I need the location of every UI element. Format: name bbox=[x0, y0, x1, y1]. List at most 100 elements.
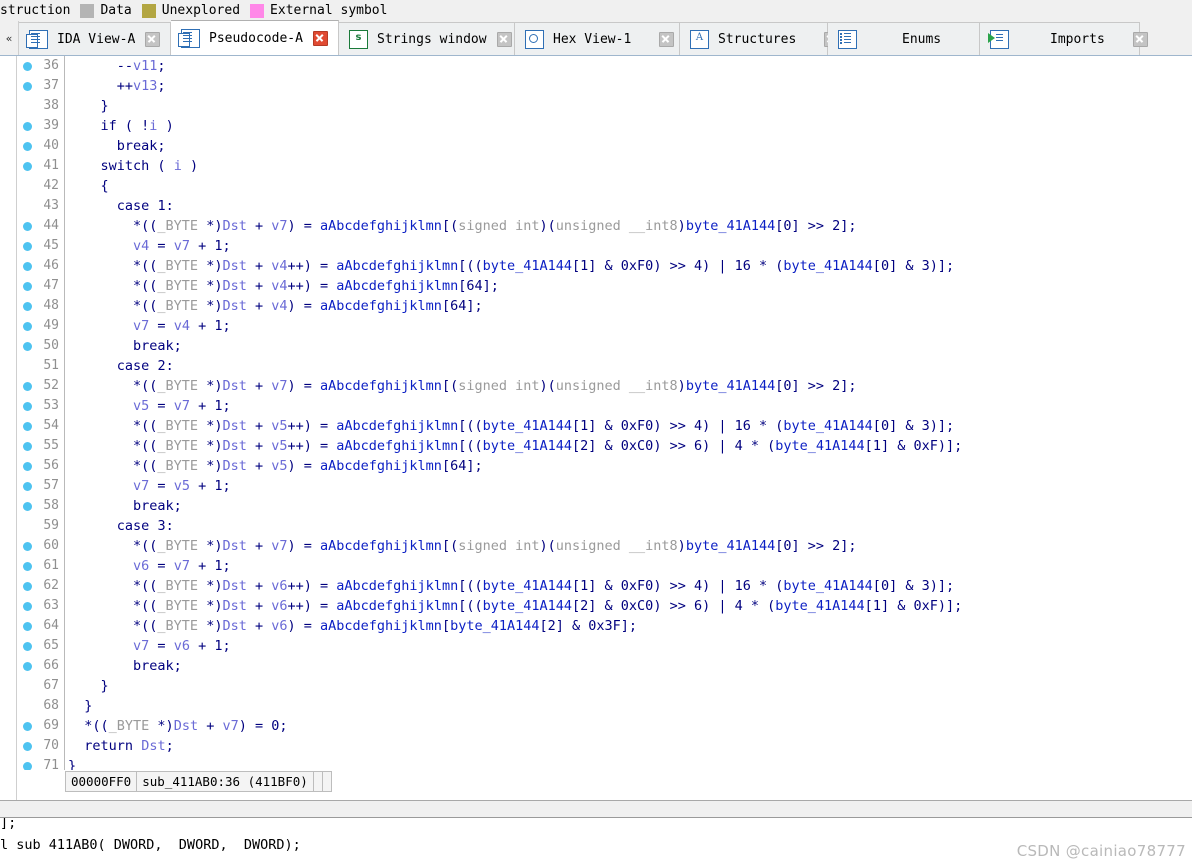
code-text[interactable]: *((_BYTE *)Dst + v6++) = aAbcdefghijklmn… bbox=[66, 596, 962, 616]
code-gutter[interactable]: 38 bbox=[17, 96, 66, 116]
close-icon[interactable] bbox=[145, 31, 161, 47]
code-gutter[interactable]: 65 bbox=[17, 636, 66, 656]
code-text[interactable]: v4 = v7 + 1; bbox=[66, 236, 231, 256]
breakpoint-dot-icon[interactable] bbox=[23, 401, 32, 411]
code-text[interactable]: v7 = v5 + 1; bbox=[66, 476, 231, 496]
tab-scroll-left-button[interactable]: « bbox=[0, 21, 19, 55]
breakpoint-dot-icon[interactable] bbox=[23, 261, 32, 271]
tab-structures[interactable]: A Structures bbox=[680, 22, 840, 55]
code-gutter[interactable]: 68 bbox=[17, 696, 66, 716]
code-gutter[interactable]: 56 bbox=[17, 456, 66, 476]
code-gutter[interactable]: 62 bbox=[17, 576, 66, 596]
code-gutter[interactable]: 64 bbox=[17, 616, 66, 636]
breakpoint-dot-icon[interactable] bbox=[23, 221, 32, 231]
code-line[interactable]: 37 ++v13; bbox=[17, 76, 1192, 96]
code-line[interactable]: 61 v6 = v7 + 1; bbox=[17, 556, 1192, 576]
code-gutter[interactable]: 40 bbox=[17, 136, 66, 156]
code-text[interactable]: *((_BYTE *)Dst + v5++) = aAbcdefghijklmn… bbox=[66, 416, 954, 436]
tab-enums[interactable]: Enums bbox=[828, 22, 1001, 55]
code-line[interactable]: 70 return Dst; bbox=[17, 736, 1192, 756]
code-text[interactable]: *((_BYTE *)Dst + v7) = 0; bbox=[66, 716, 287, 736]
breakpoint-dot-icon[interactable] bbox=[23, 141, 32, 151]
code-gutter[interactable]: 47 bbox=[17, 276, 66, 296]
code-gutter[interactable]: 70 bbox=[17, 736, 66, 756]
code-gutter[interactable]: 57 bbox=[17, 476, 66, 496]
code-gutter[interactable]: 54 bbox=[17, 416, 66, 436]
code-line[interactable]: 46 *((_BYTE *)Dst + v4++) = aAbcdefghijk… bbox=[17, 256, 1192, 276]
code-line[interactable]: 71} bbox=[17, 756, 1192, 770]
code-gutter[interactable]: 46 bbox=[17, 256, 66, 276]
code-text[interactable]: return Dst; bbox=[66, 736, 173, 756]
code-line[interactable]: 58 break; bbox=[17, 496, 1192, 516]
code-line[interactable]: 42 { bbox=[17, 176, 1192, 196]
breakpoint-dot-icon[interactable] bbox=[23, 561, 32, 571]
breakpoint-dot-icon[interactable] bbox=[23, 641, 32, 651]
breakpoint-dot-icon[interactable] bbox=[23, 761, 32, 770]
breakpoint-dot-icon[interactable] bbox=[23, 461, 32, 471]
pseudocode-code-area[interactable]: 36 --v11; 37 ++v13; 38 } 39 if ( !i ) 40 bre… bbox=[17, 56, 1192, 770]
code-text[interactable]: *((_BYTE *)Dst + v7) = aAbcdefghijklmn[(… bbox=[66, 376, 857, 396]
code-gutter[interactable]: 63 bbox=[17, 596, 66, 616]
code-gutter[interactable]: 50 bbox=[17, 336, 66, 356]
code-text[interactable]: v5 = v7 + 1; bbox=[66, 396, 231, 416]
code-text[interactable]: *((_BYTE *)Dst + v4++) = aAbcdefghijklmn… bbox=[66, 276, 499, 296]
breakpoint-dot-icon[interactable] bbox=[23, 321, 32, 331]
code-gutter[interactable]: 41 bbox=[17, 156, 66, 176]
code-text[interactable]: *((_BYTE *)Dst + v4) = aAbcdefghijklmn[6… bbox=[66, 296, 483, 316]
breakpoint-dot-icon[interactable] bbox=[23, 61, 32, 71]
breakpoint-dot-icon[interactable] bbox=[23, 721, 32, 731]
code-line[interactable]: 54 *((_BYTE *)Dst + v5++) = aAbcdefghijk… bbox=[17, 416, 1192, 436]
breakpoint-dot-icon[interactable] bbox=[23, 161, 32, 171]
code-line[interactable]: 63 *((_BYTE *)Dst + v6++) = aAbcdefghijk… bbox=[17, 596, 1192, 616]
code-line[interactable]: 60 *((_BYTE *)Dst + v7) = aAbcdefghijklm… bbox=[17, 536, 1192, 556]
code-text[interactable]: switch ( i ) bbox=[66, 156, 199, 176]
code-gutter[interactable]: 71 bbox=[17, 756, 66, 770]
code-gutter[interactable]: 58 bbox=[17, 496, 66, 516]
breakpoint-dot-icon[interactable] bbox=[23, 661, 32, 671]
code-line[interactable]: 50 break; bbox=[17, 336, 1192, 356]
code-gutter[interactable]: 55 bbox=[17, 436, 66, 456]
code-line[interactable]: 65 v7 = v6 + 1; bbox=[17, 636, 1192, 656]
code-gutter[interactable]: 39 bbox=[17, 116, 66, 136]
code-gutter[interactable]: 37 bbox=[17, 76, 66, 96]
breakpoint-dot-icon[interactable] bbox=[23, 301, 32, 311]
code-line[interactable]: 67 } bbox=[17, 676, 1192, 696]
code-line[interactable]: 51 case 2: bbox=[17, 356, 1192, 376]
code-text[interactable]: break; bbox=[66, 136, 166, 156]
code-text[interactable]: *((_BYTE *)Dst + v5++) = aAbcdefghijklmn… bbox=[66, 436, 962, 456]
code-line[interactable]: 40 break; bbox=[17, 136, 1192, 156]
code-text[interactable]: { bbox=[66, 176, 109, 196]
code-text[interactable]: break; bbox=[66, 496, 182, 516]
code-gutter[interactable]: 60 bbox=[17, 536, 66, 556]
code-line[interactable]: 45 v4 = v7 + 1; bbox=[17, 236, 1192, 256]
code-gutter[interactable]: 59 bbox=[17, 516, 66, 536]
breakpoint-dot-icon[interactable] bbox=[23, 741, 32, 751]
breakpoint-dot-icon[interactable] bbox=[23, 501, 32, 511]
code-text[interactable]: *((_BYTE *)Dst + v6++) = aAbcdefghijklmn… bbox=[66, 576, 954, 596]
code-gutter[interactable]: 69 bbox=[17, 716, 66, 736]
code-gutter[interactable]: 45 bbox=[17, 236, 66, 256]
code-line[interactable]: 62 *((_BYTE *)Dst + v6++) = aAbcdefghijk… bbox=[17, 576, 1192, 596]
code-text[interactable]: case 1: bbox=[66, 196, 174, 216]
breakpoint-dot-icon[interactable] bbox=[23, 541, 32, 551]
tab-hex-view-1[interactable]: Hex View-1 bbox=[515, 22, 680, 55]
code-text[interactable]: *((_BYTE *)Dst + v7) = aAbcdefghijklmn[(… bbox=[66, 216, 857, 236]
code-text[interactable]: *((_BYTE *)Dst + v5) = aAbcdefghijklmn[6… bbox=[66, 456, 483, 476]
code-gutter[interactable]: 53 bbox=[17, 396, 66, 416]
code-gutter[interactable]: 61 bbox=[17, 556, 66, 576]
breakpoint-dot-icon[interactable] bbox=[23, 621, 32, 631]
breakpoint-dot-icon[interactable] bbox=[23, 121, 32, 131]
code-line[interactable]: 59 case 3: bbox=[17, 516, 1192, 536]
code-text[interactable]: break; bbox=[66, 336, 182, 356]
code-gutter[interactable]: 44 bbox=[17, 216, 66, 236]
code-text[interactable]: case 2: bbox=[66, 356, 174, 376]
code-text[interactable]: } bbox=[66, 756, 76, 770]
breakpoint-dot-icon[interactable] bbox=[23, 381, 32, 391]
code-gutter[interactable]: 42 bbox=[17, 176, 66, 196]
tab-imports[interactable]: Imports bbox=[980, 22, 1148, 55]
code-line[interactable]: 48 *((_BYTE *)Dst + v4) = aAbcdefghijklm… bbox=[17, 296, 1192, 316]
breakpoint-dot-icon[interactable] bbox=[23, 281, 32, 291]
breakpoint-dot-icon[interactable] bbox=[23, 241, 32, 251]
close-icon[interactable] bbox=[1132, 31, 1148, 47]
code-line[interactable]: 36 --v11; bbox=[17, 56, 1192, 76]
